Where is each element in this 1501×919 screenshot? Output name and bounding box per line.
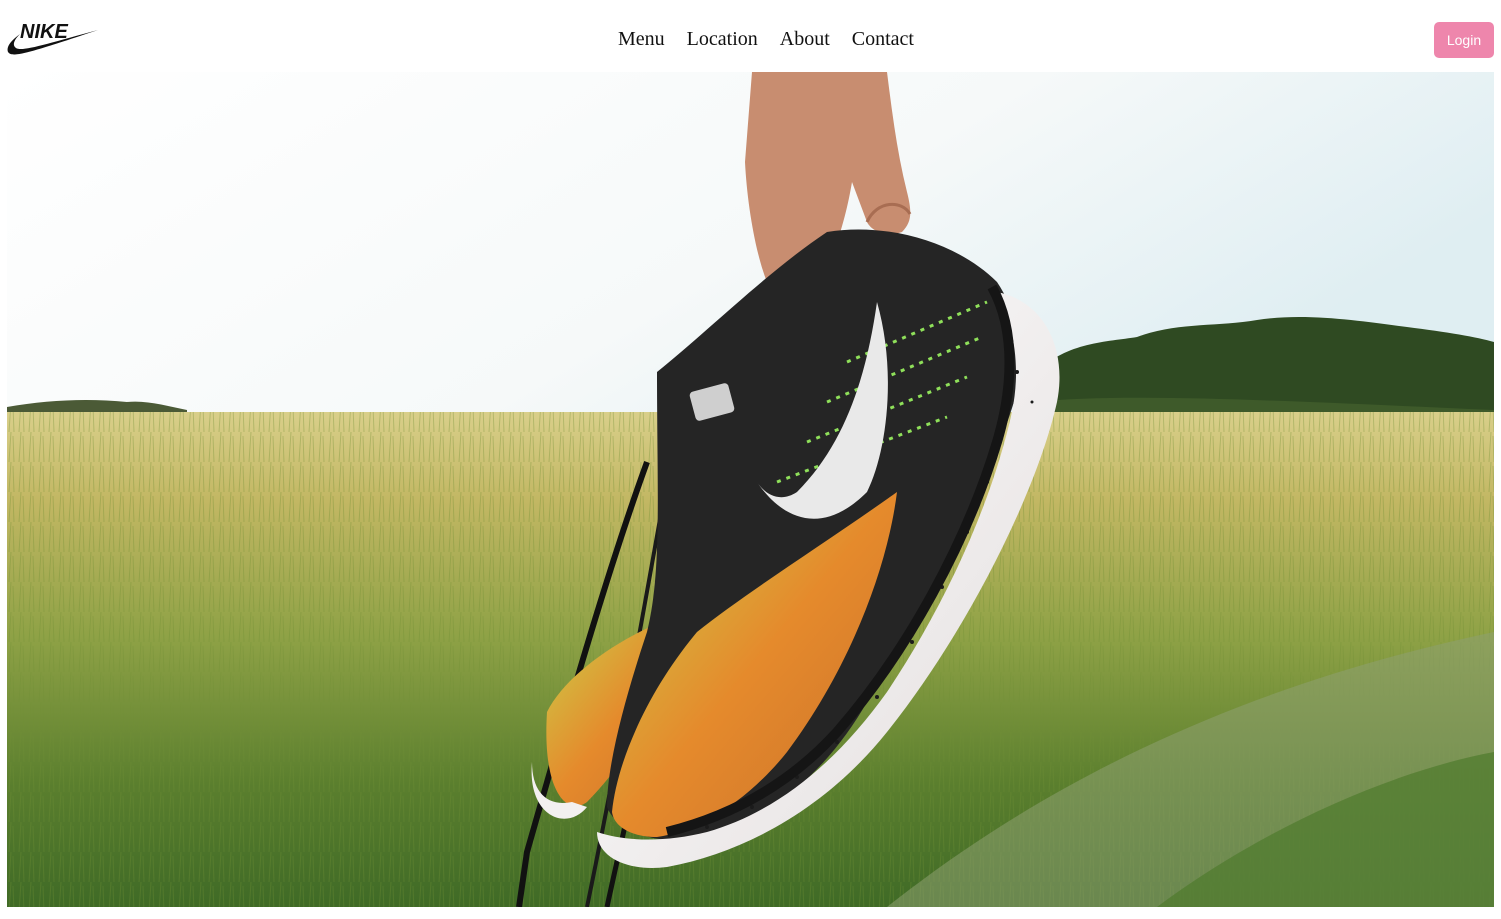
hero-image [7, 72, 1494, 907]
nav-menu-link[interactable]: Menu [618, 27, 665, 51]
nav-contact-link[interactable]: Contact [852, 27, 914, 51]
login-button[interactable]: Login [1434, 22, 1494, 58]
nav-location-link[interactable]: Location [687, 27, 758, 51]
nav-about-link[interactable]: About [780, 27, 830, 51]
main-nav: Menu Location About Contact [0, 27, 1501, 51]
hero-photo-graphic [7, 72, 1494, 907]
navbar: NIKE Menu Location About Contact Login [0, 0, 1501, 72]
